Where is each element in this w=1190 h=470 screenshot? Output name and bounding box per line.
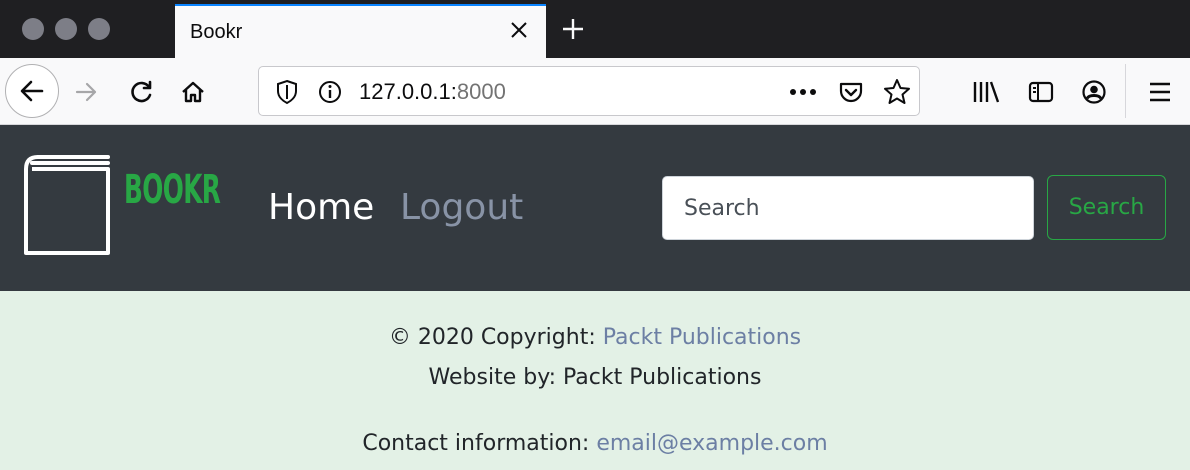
reload-button[interactable] (125, 75, 159, 109)
sidebar-icon (1028, 81, 1054, 103)
contact-email-link[interactable]: email@example.com (596, 431, 827, 456)
account-icon (1082, 80, 1106, 104)
contact-line: Contact information: email@example.com (0, 431, 1190, 456)
url-port: 8000 (456, 79, 506, 104)
url-host: 127.0.0.1: (359, 79, 457, 104)
home-button[interactable] (176, 75, 210, 109)
library-button[interactable] (971, 77, 1001, 107)
copyright-text: © 2020 Copyright: (388, 325, 603, 350)
url-bar[interactable]: 127.0.0.1:8000 (258, 66, 920, 116)
toolbar-separator (1125, 64, 1126, 118)
forward-button[interactable] (70, 75, 104, 109)
sidebar-button[interactable] (1026, 77, 1056, 107)
site-navbar: BOOKR Home Logout Search (0, 125, 1190, 291)
nav-home-link[interactable]: Home (268, 187, 374, 228)
page-actions-icon[interactable] (789, 88, 817, 96)
book-logo-icon[interactable] (24, 155, 110, 257)
pocket-icon[interactable] (838, 79, 864, 105)
bookmark-star-icon[interactable] (883, 78, 911, 106)
search-input[interactable] (662, 176, 1034, 240)
contact-text: Contact information: (362, 431, 597, 456)
forward-icon (75, 82, 97, 102)
browser-tab-bookr[interactable]: Bookr (175, 4, 546, 58)
nav-logout-link[interactable]: Logout (400, 187, 523, 228)
website-by-line: Website by: Packt Publications (428, 365, 762, 390)
brand-logo[interactable]: BOOKR (124, 167, 221, 213)
back-button[interactable] (5, 64, 59, 118)
window-close-dot[interactable] (22, 18, 44, 40)
url-text[interactable]: 127.0.0.1:8000 (359, 79, 506, 105)
browser-toolbar: 127.0.0.1:8000 (0, 58, 1190, 125)
tracking-shield-icon[interactable] (275, 79, 299, 105)
library-icon (973, 81, 1000, 103)
new-tab-icon[interactable] (560, 16, 586, 42)
account-button[interactable] (1078, 76, 1110, 108)
copyright-line: © 2020 Copyright: Packt Publications (0, 325, 1190, 350)
home-icon (182, 81, 204, 103)
close-icon[interactable] (507, 18, 531, 42)
menu-icon (1150, 82, 1170, 102)
back-icon (20, 80, 44, 102)
window-minimize-dot[interactable] (55, 18, 77, 40)
reload-icon (131, 80, 152, 103)
search-button[interactable]: Search (1047, 175, 1166, 240)
site-info-icon[interactable] (317, 79, 343, 105)
packt-publications-link[interactable]: Packt Publications (603, 325, 801, 350)
browser-tab-strip: Bookr (0, 0, 1190, 58)
window-zoom-dot[interactable] (88, 18, 110, 40)
site-footer: © 2020 Copyright: Packt Publications Web… (0, 291, 1190, 470)
tab-title: Bookr (190, 21, 243, 43)
menu-button[interactable] (1145, 77, 1175, 107)
